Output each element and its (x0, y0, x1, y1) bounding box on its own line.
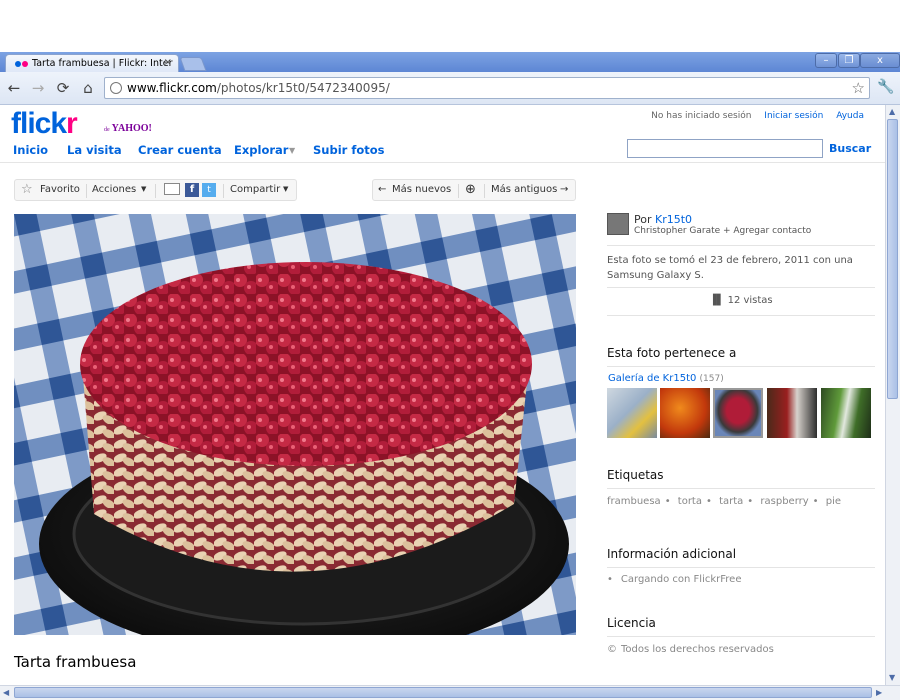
info-item: • Cargando con FlickrFree (607, 574, 742, 585)
vertical-scroll-thumb[interactable] (887, 119, 898, 399)
info-heading: Información adicional (607, 547, 737, 561)
browser-window: Tarta frambuesa | Flickr: Inter × – ❐ x … (0, 0, 900, 700)
tag-item[interactable]: tarta (719, 496, 743, 507)
gallery-thumb-3-selected[interactable] (713, 388, 763, 438)
nav-home[interactable]: Inicio (13, 143, 48, 157)
photo-navigation-bar: ← Más nuevos ⊕ Más antiguos → (372, 179, 576, 201)
url-path: /photos/kr15t0/5472340095/ (216, 81, 390, 95)
favorite-star-icon[interactable]: ☆ (21, 182, 33, 197)
explore-dropdown-icon[interactable]: ▼ (289, 146, 295, 155)
tag-item[interactable]: frambuesa (607, 496, 661, 507)
scroll-up-icon[interactable]: ▲ (889, 107, 895, 116)
nav-explore[interactable]: Explorar (234, 143, 288, 157)
home-icon[interactable]: ⌂ (78, 78, 98, 98)
views-icon: ▐▌ (709, 295, 725, 306)
sign-in-link[interactable]: Iniciar sesión (764, 111, 823, 121)
nav-create-account[interactable]: Crear cuenta (138, 143, 222, 157)
reload-icon[interactable]: ⟳ (53, 78, 73, 98)
license-text[interactable]: Todos los derechos reservados (621, 644, 774, 655)
new-tab-button[interactable] (179, 57, 207, 71)
flickr-favicon-icon (15, 61, 29, 67)
owner-line: Por Kr15t0 (634, 213, 693, 226)
close-window-button[interactable]: x (860, 53, 900, 68)
scroll-down-icon[interactable]: ▼ (889, 673, 895, 682)
globe-icon (110, 82, 122, 94)
not-signed-in-text: No has iniciado sesión (651, 111, 752, 121)
tab-title: Tarta frambuesa | Flickr: Inter (32, 58, 173, 69)
search-button[interactable]: Buscar (829, 142, 871, 155)
address-bar[interactable]: www.flickr.com/photos/kr15t0/5472340095/… (104, 77, 870, 99)
help-link[interactable]: Ayuda (836, 111, 864, 121)
email-icon[interactable] (164, 183, 180, 195)
photo-actions-bar: ☆ Favorito Acciones ▼ f t Compartir ▼ (14, 179, 297, 201)
browser-tab[interactable]: Tarta frambuesa | Flickr: Inter × (5, 54, 179, 72)
views-count: ▐▌ 12 vistas (709, 295, 773, 306)
actions-button[interactable]: Acciones (92, 184, 136, 195)
scroll-right-icon[interactable]: ▶ (876, 688, 882, 697)
main-photo[interactable] (14, 214, 576, 635)
newer-button[interactable]: Más nuevos (392, 184, 451, 195)
gallery-thumb-5[interactable] (821, 388, 871, 438)
favorite-button[interactable]: Favorito (40, 184, 80, 195)
tab-close-icon[interactable]: × (164, 57, 172, 68)
tag-item[interactable]: raspberry (760, 496, 808, 507)
share-button[interactable]: Compartir (230, 184, 280, 195)
tag-item[interactable]: pie (826, 496, 841, 507)
wrench-icon[interactable]: 🔧 (877, 79, 894, 95)
gallery-thumb-4[interactable] (767, 388, 817, 438)
facebook-icon[interactable]: f (185, 183, 199, 197)
gallery-link-line: Galería de Kr15t0 (157) (608, 373, 724, 384)
bookmark-star-icon[interactable]: ☆ (852, 78, 865, 98)
nav-tour[interactable]: La visita (67, 143, 122, 157)
license-line: © Todos los derechos reservados (607, 644, 774, 655)
yahoo-logo: de YAHOO! (104, 123, 152, 134)
horizontal-scroll-thumb[interactable] (14, 687, 872, 698)
nav-upload[interactable]: Subir fotos (313, 143, 384, 157)
owner-name: Christopher Garate (634, 226, 721, 236)
license-heading: Licencia (607, 616, 656, 630)
minimize-button[interactable]: – (815, 53, 837, 68)
gallery-thumb-2[interactable] (660, 388, 710, 438)
gallery-thumb-1[interactable] (607, 388, 657, 438)
owner-avatar[interactable] (607, 213, 629, 235)
gallery-link[interactable]: Galería de Kr15t0 (608, 373, 696, 384)
belongs-heading: Esta foto pertenece a (607, 346, 737, 360)
scroll-left-icon[interactable]: ◀ (3, 688, 9, 697)
share-dropdown-icon[interactable]: ▼ (283, 185, 288, 193)
copyright-icon: © (607, 644, 617, 655)
older-button[interactable]: Más antiguos (491, 184, 557, 195)
page-content: flickr de YAHOO! No has iniciado sesión I… (0, 105, 885, 685)
flickr-logo[interactable]: flickr (11, 109, 78, 139)
zoom-icon[interactable]: ⊕ (465, 182, 476, 197)
older-arrow-icon[interactable]: → (560, 184, 568, 195)
owner-link[interactable]: Kr15t0 (655, 213, 692, 226)
search-input[interactable] (627, 139, 823, 158)
header-divider (0, 162, 885, 163)
tags-list: frambuesa • torta • tarta • raspberry • pie (607, 496, 842, 507)
desktop-area (0, 0, 900, 52)
photo-title: Tarta frambuesa (14, 653, 137, 671)
twitter-icon[interactable]: t (202, 183, 216, 197)
add-contact-link[interactable]: + Agregar contacto (723, 226, 811, 236)
actions-dropdown-icon[interactable]: ▼ (141, 185, 146, 193)
back-icon[interactable]: ← (4, 78, 24, 98)
forward-icon[interactable]: → (28, 78, 48, 98)
maximize-button[interactable]: ❐ (838, 53, 860, 68)
url-host: www.flickr.com (127, 81, 217, 95)
photo-taken-info: Esta foto se tomó el 23 de febrero, 2011… (607, 255, 853, 281)
top-links: No has iniciado sesión Iniciar sesión Ay… (651, 111, 864, 121)
newer-arrow-icon[interactable]: ← (378, 184, 386, 195)
tag-item[interactable]: torta (678, 496, 702, 507)
tags-heading: Etiquetas (607, 468, 664, 482)
